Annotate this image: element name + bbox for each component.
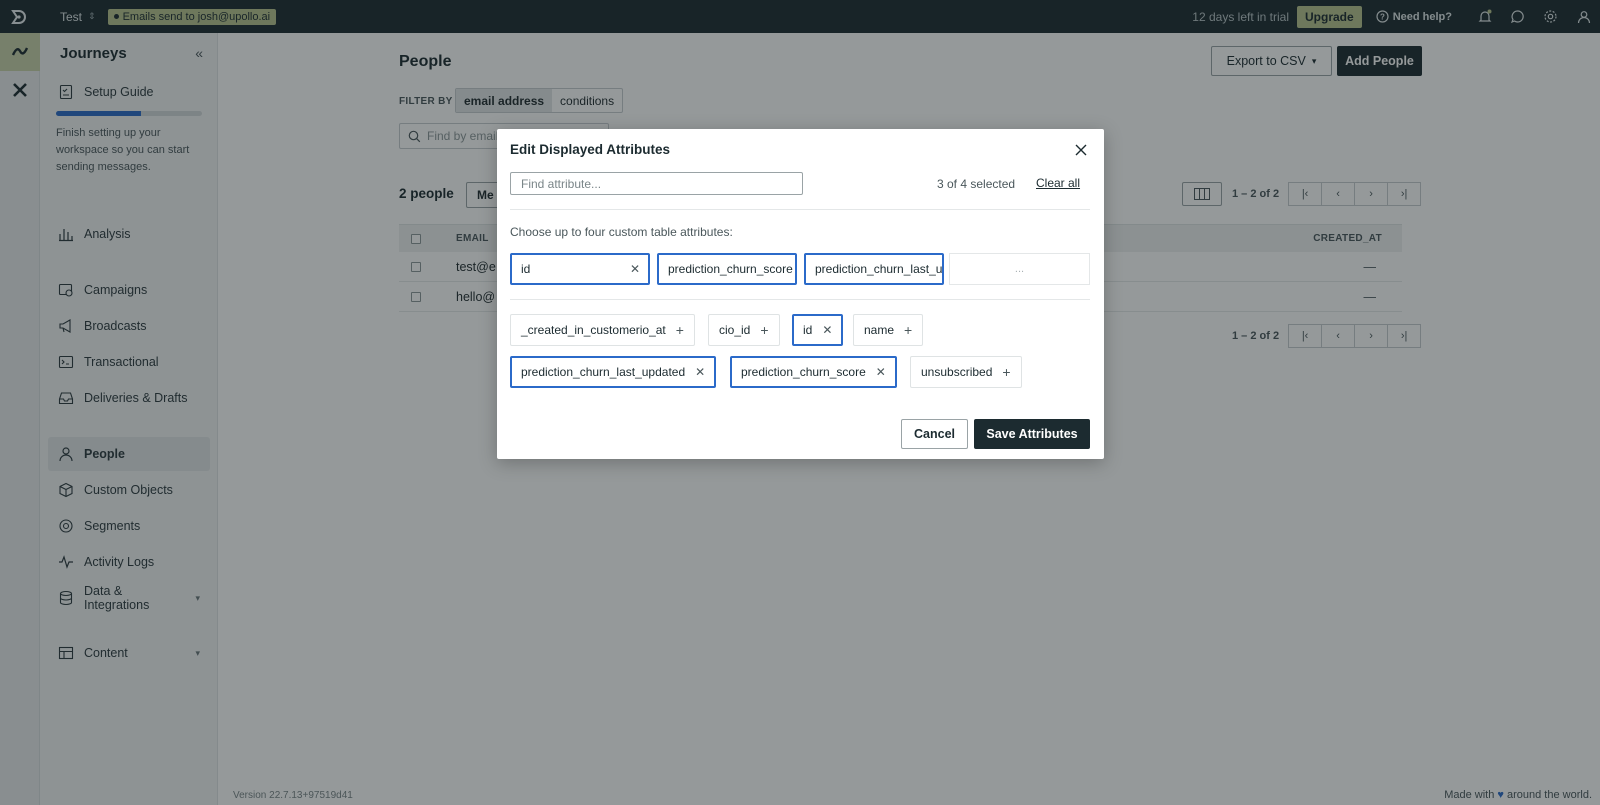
chip-label: unsubscribed <box>921 365 993 379</box>
divider <box>510 209 1090 210</box>
selected-count: 3 of 4 selected <box>937 177 1016 191</box>
remove-slot-icon[interactable]: ✕ <box>630 262 640 276</box>
plus-icon: + <box>760 322 769 338</box>
plus-icon: + <box>675 322 684 338</box>
plus-icon: + <box>1002 364 1011 380</box>
save-attributes-button[interactable]: Save Attributes <box>974 419 1090 449</box>
modal-instruction: Choose up to four custom table attribute… <box>510 225 733 239</box>
chip-label: cio_id <box>719 323 751 337</box>
clear-all-link[interactable]: Clear all <box>1036 176 1080 190</box>
remove-icon: ✕ <box>695 365 706 379</box>
attribute-chip-selected[interactable]: prediction_churn_score ✕ <box>730 356 897 388</box>
attribute-chip[interactable]: _created_in_customerio_at + <box>510 314 695 346</box>
modal-title: Edit Displayed Attributes <box>510 142 671 157</box>
cancel-button[interactable]: Cancel <box>901 419 968 449</box>
attribute-chip[interactable]: cio_id + <box>708 314 780 346</box>
slot-label: prediction_churn_score <box>668 262 793 276</box>
slot-label: prediction_churn_last_updated <box>815 262 943 276</box>
attribute-slot-empty: ... <box>949 253 1090 285</box>
attribute-slot-2[interactable]: prediction_churn_score <box>657 253 797 285</box>
attribute-chip-selected[interactable]: prediction_churn_last_updated ✕ <box>510 356 717 388</box>
attribute-chip[interactable]: unsubscribed + <box>910 356 1022 388</box>
slot-label: id <box>521 262 531 276</box>
divider <box>510 299 1090 300</box>
plus-icon: + <box>904 322 913 338</box>
attribute-chip[interactable]: name + <box>853 314 924 346</box>
edit-attributes-modal: Edit Displayed Attributes 3 of 4 selecte… <box>497 129 1104 459</box>
attribute-slot-3[interactable]: prediction_churn_last_updated <box>804 253 944 285</box>
close-icon[interactable] <box>1072 141 1090 159</box>
chip-label: _created_in_customerio_at <box>521 323 666 337</box>
attribute-chip-selected[interactable]: id ✕ <box>792 314 844 346</box>
attribute-slot-1[interactable]: id ✕ <box>510 253 650 285</box>
chip-label: name <box>864 323 895 337</box>
remove-icon: ✕ <box>822 323 833 337</box>
chip-label: prediction_churn_score <box>741 365 866 379</box>
remove-icon: ✕ <box>875 365 886 379</box>
find-attribute-input[interactable] <box>510 172 803 195</box>
chip-label: id <box>803 323 813 337</box>
chip-label: prediction_churn_last_updated <box>521 365 686 379</box>
